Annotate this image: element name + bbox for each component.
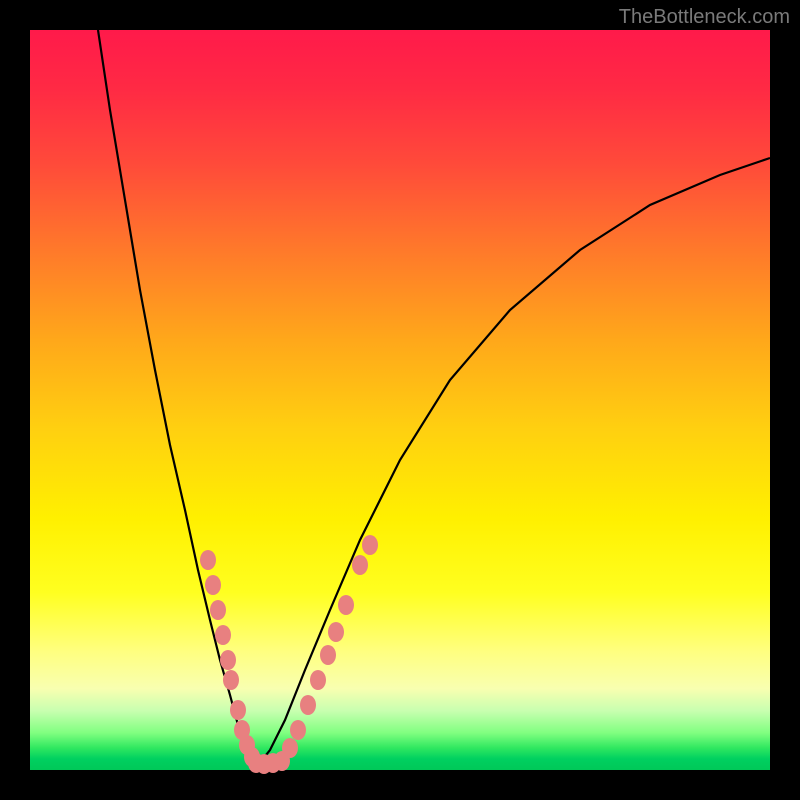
watermark-text: TheBottleneck.com (619, 6, 790, 29)
data-point (362, 535, 378, 555)
right-branch-curve (258, 158, 770, 765)
chart-container: TheBottleneck.com (0, 0, 800, 800)
data-point (300, 695, 316, 715)
data-point (320, 645, 336, 665)
data-point (215, 625, 231, 645)
data-point (328, 622, 344, 642)
data-point (230, 700, 246, 720)
data-point (220, 650, 236, 670)
data-point (338, 595, 354, 615)
curve-layer (30, 30, 770, 770)
plot-area (30, 30, 770, 770)
data-point (352, 555, 368, 575)
data-point (200, 550, 216, 570)
data-point (205, 575, 221, 595)
data-point (210, 600, 226, 620)
data-point (290, 720, 306, 740)
data-point (223, 670, 239, 690)
data-point (310, 670, 326, 690)
data-point (282, 738, 298, 758)
